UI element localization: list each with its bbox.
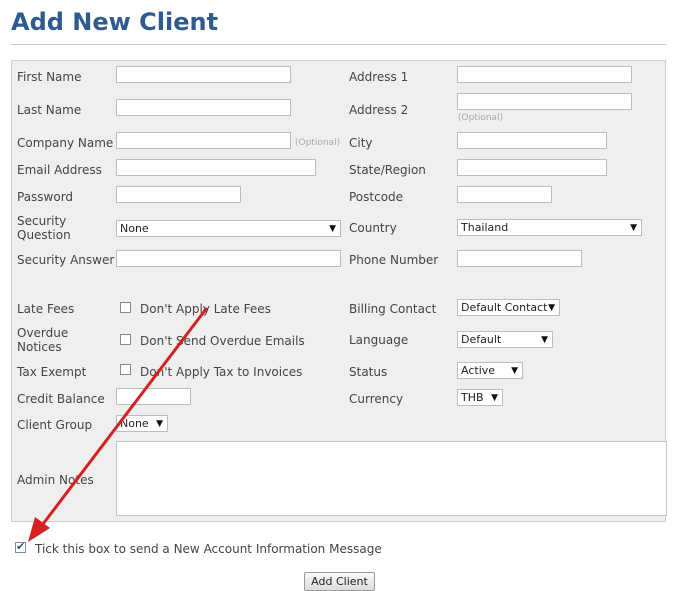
address2-label: Address 2 (349, 103, 409, 117)
client-group-select[interactable]: None ▼ (116, 415, 168, 432)
credit-balance-label: Credit Balance (17, 392, 105, 406)
chevron-down-icon: ▼ (329, 224, 336, 234)
billing-contact-label: Billing Contact (349, 302, 437, 316)
chevron-down-icon: ▼ (630, 223, 637, 233)
language-value: Default (461, 333, 502, 346)
password-label: Password (17, 190, 74, 204)
late-fees-checkbox-label: Don't Apply Late Fees (140, 302, 271, 316)
overdue-notices-checkbox-label: Don't Send Overdue Emails (140, 334, 305, 348)
state-label: State/Region (349, 163, 426, 177)
tax-exempt-label: Tax Exempt (17, 365, 87, 379)
last-name-label: Last Name (17, 103, 82, 117)
security-question-label: Security Question (17, 214, 71, 242)
overdue-notices-label: Overdue Notices (17, 326, 69, 354)
currency-label: Currency (349, 392, 404, 406)
company-optional-hint: (Optional) (295, 138, 341, 148)
send-message-label: Tick this box to send a New Account Info… (35, 542, 382, 556)
chevron-down-icon: ▼ (511, 366, 518, 376)
address1-label: Address 1 (349, 70, 409, 84)
security-answer-input[interactable] (116, 250, 341, 267)
security-question-select[interactable]: None ▼ (116, 220, 341, 237)
client-group-label: Client Group (17, 418, 93, 432)
status-label: Status (349, 365, 388, 379)
last-name-input[interactable] (116, 99, 291, 116)
late-fees-checkbox[interactable] (120, 302, 131, 313)
country-label: Country (349, 221, 397, 235)
company-name-label: Company Name (17, 136, 114, 150)
email-input[interactable] (116, 159, 316, 176)
tax-exempt-checkbox[interactable] (120, 364, 131, 375)
address2-input[interactable] (457, 93, 632, 110)
status-select[interactable]: Active ▼ (457, 362, 523, 379)
first-name-label: First Name (17, 70, 82, 84)
country-value: Thailand (461, 221, 509, 234)
billing-contact-value: Default Contact (461, 301, 548, 314)
postcode-input[interactable] (457, 186, 552, 203)
company-name-input[interactable] (116, 132, 291, 149)
admin-notes-label: Admin Notes (17, 473, 94, 487)
password-input[interactable] (116, 186, 241, 203)
overdue-notices-checkbox[interactable] (120, 334, 131, 345)
currency-select[interactable]: THB ▼ (457, 389, 503, 406)
phone-input[interactable] (457, 250, 582, 267)
billing-contact-select[interactable]: Default Contact ▼ (457, 299, 560, 316)
send-message-checkbox[interactable] (15, 540, 26, 553)
chevron-down-icon: ▼ (491, 393, 498, 403)
language-select[interactable]: Default ▼ (457, 331, 553, 348)
title-divider (11, 44, 666, 45)
add-client-button[interactable]: Add Client (304, 572, 375, 591)
chevron-down-icon: ▼ (541, 335, 548, 345)
first-name-input[interactable] (116, 66, 291, 83)
chevron-down-icon: ▼ (548, 303, 555, 313)
status-value: Active (461, 364, 496, 377)
credit-balance-input[interactable] (116, 388, 191, 405)
city-input[interactable] (457, 132, 607, 149)
page-title: Add New Client (11, 8, 219, 36)
postcode-label: Postcode (349, 190, 404, 204)
security-answer-label: Security Answer (17, 253, 115, 267)
tax-exempt-checkbox-label: Don't Apply Tax to Invoices (140, 365, 303, 379)
country-select[interactable]: Thailand ▼ (457, 219, 642, 236)
city-label: City (349, 136, 373, 150)
chevron-down-icon: ▼ (156, 419, 163, 429)
late-fees-label: Late Fees (17, 302, 75, 316)
phone-label: Phone Number (349, 253, 439, 267)
client-group-value: None (120, 417, 149, 430)
state-input[interactable] (457, 159, 607, 176)
address1-input[interactable] (457, 66, 632, 83)
security-question-value: None (120, 222, 149, 235)
currency-value: THB (461, 391, 484, 404)
admin-notes-textarea[interactable] (116, 441, 667, 516)
address2-optional-hint: (Optional) (458, 113, 504, 123)
language-label: Language (349, 333, 409, 347)
email-label: Email Address (17, 163, 102, 177)
